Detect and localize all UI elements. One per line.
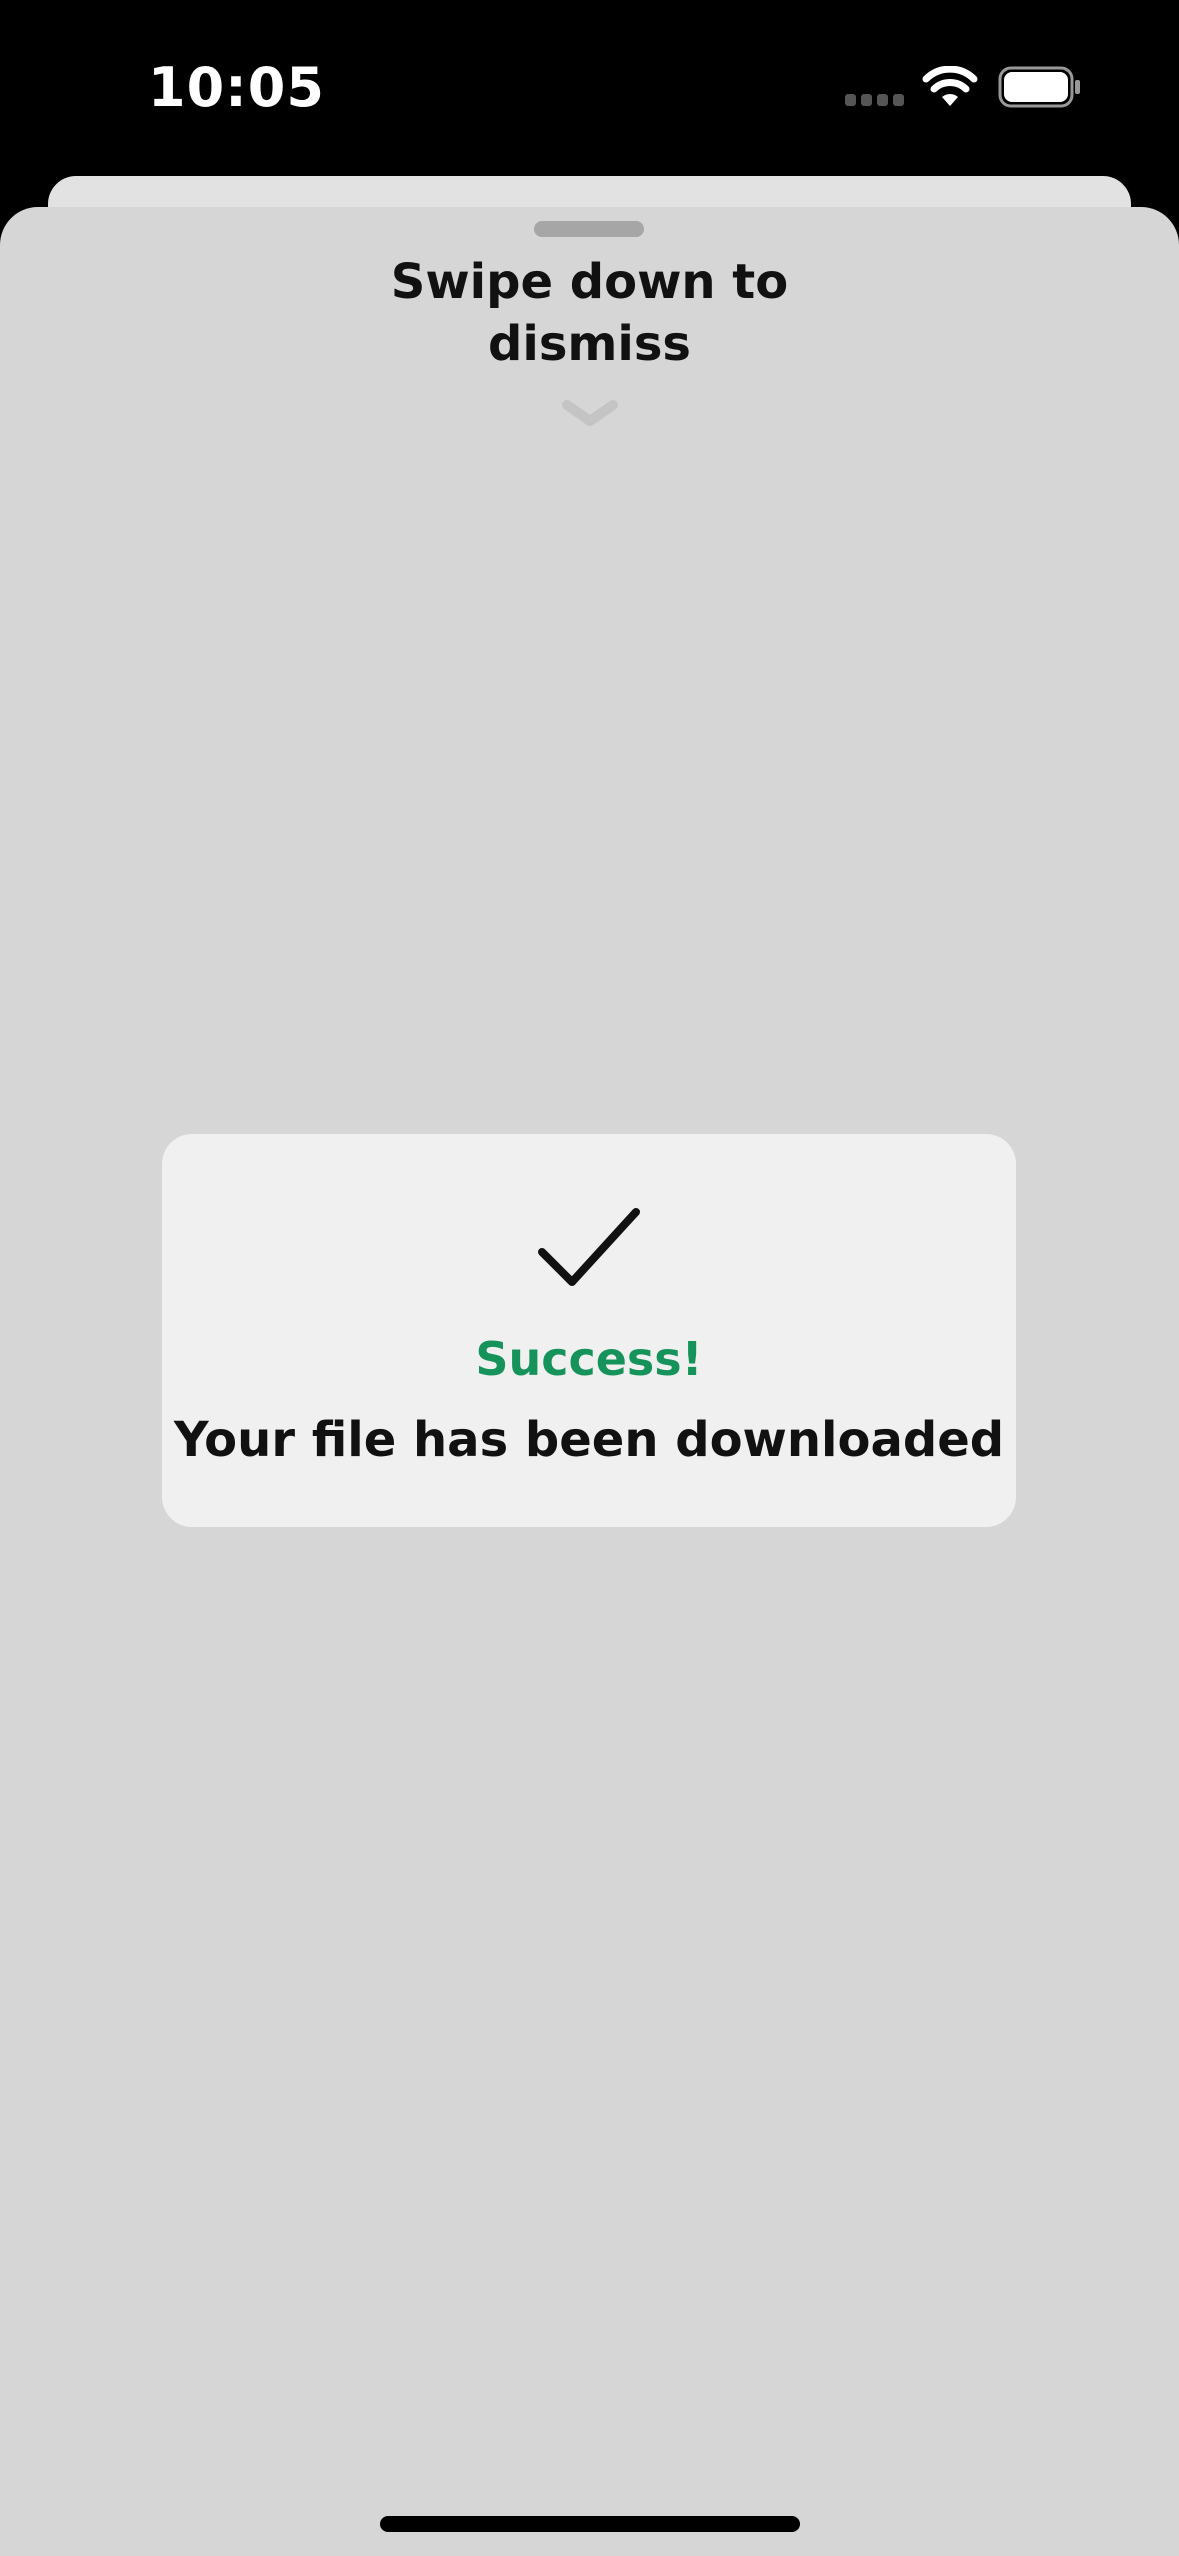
grabber-handle[interactable] (534, 221, 644, 237)
chevron-down-icon (562, 400, 618, 426)
success-title: Success! (475, 1332, 703, 1386)
cellular-signal-icon (845, 94, 904, 106)
modal-sheet[interactable]: Swipe down to dismiss Success! Your file… (0, 207, 1179, 2556)
home-indicator[interactable] (380, 2516, 800, 2532)
battery-icon (998, 66, 1080, 108)
success-message: Your file has been downloaded (173, 1412, 1005, 1468)
status-time: 10:05 (148, 56, 325, 119)
status-bar: 10:05 (0, 0, 1179, 170)
checkmark-icon (538, 1208, 640, 1286)
dismiss-hint: Swipe down to dismiss (390, 254, 789, 372)
success-toast: Success! Your file has been downloaded (162, 1134, 1016, 1527)
wifi-icon (922, 66, 978, 106)
